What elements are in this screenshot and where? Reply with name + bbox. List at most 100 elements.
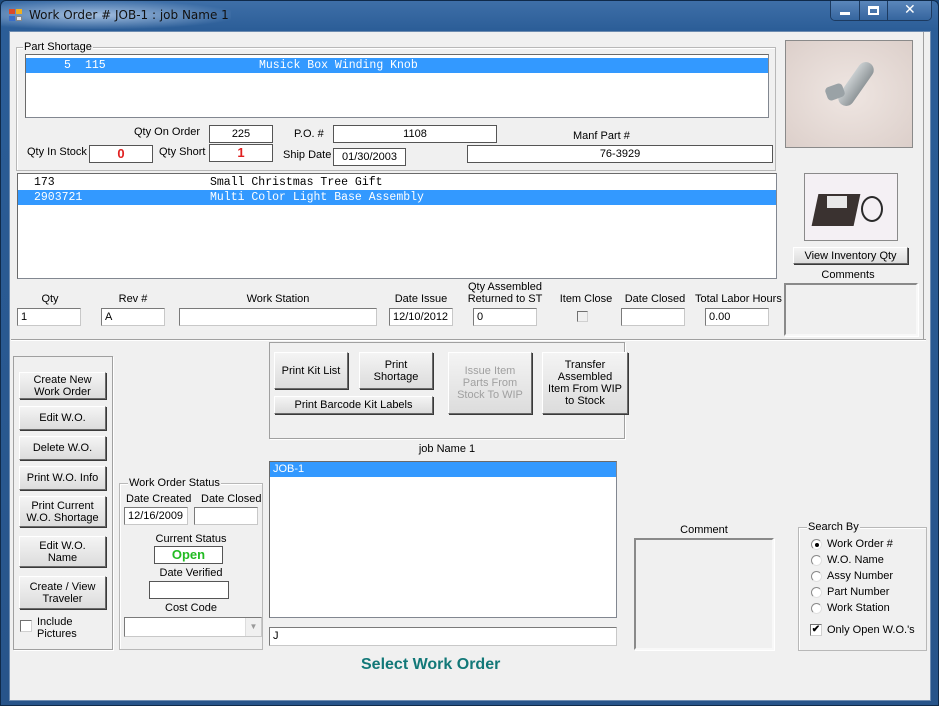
transfer-assembled-item-button[interactable]: Transfer Assembled Item From WIP to Stoc…: [542, 352, 628, 414]
window-title: Work Order # JOB-1 : job Name 1: [29, 8, 229, 22]
part-shortage-label: Part Shortage: [23, 41, 93, 53]
select-work-order-title: Select Work Order: [361, 656, 501, 673]
print-wo-info-button[interactable]: Print W.O. Info: [19, 466, 106, 490]
issue-item-parts-button[interactable]: Issue Item Parts From Stock To WIP: [448, 352, 532, 414]
include-pictures-checkbox[interactable]: [20, 620, 32, 632]
maximize-button[interactable]: [859, 1, 887, 20]
manf-part-field[interactable]: 76-3929: [467, 145, 773, 163]
current-status-value: Open: [154, 546, 223, 564]
po-field[interactable]: 1108: [333, 125, 497, 143]
shortage-part: 115: [85, 59, 106, 72]
search-by-option-label: Assy Number: [827, 570, 894, 582]
create-view-traveler-button[interactable]: Create / View Traveler: [19, 576, 106, 609]
print-kit-list-button[interactable]: Print Kit List: [274, 352, 348, 389]
work-station-field[interactable]: [179, 308, 377, 326]
job-name-label: job Name 1: [418, 443, 476, 455]
date-closed-label: Date Closed: [624, 293, 686, 305]
search-by-assy-number-radio[interactable]: [811, 571, 822, 582]
ship-date-field[interactable]: 01/30/2003: [333, 148, 406, 166]
rev-field[interactable]: A: [101, 308, 165, 326]
assembly-number: 2903721: [34, 191, 83, 204]
list-item[interactable]: 173 Small Christmas Tree Gift: [18, 175, 776, 190]
search-by-option-label: Work Order #: [827, 538, 893, 550]
title-bar[interactable]: Work Order # JOB-1 : job Name 1 ✕: [1, 1, 938, 31]
qty-assembled-field[interactable]: 0: [473, 308, 537, 326]
chevron-down-icon[interactable]: ▼: [245, 618, 261, 636]
cost-code-select[interactable]: ▼: [124, 617, 262, 637]
checkmark-icon: ✔: [811, 624, 821, 635]
labor-hours-field[interactable]: 0.00: [705, 308, 769, 326]
date-issue-label: Date Issue: [394, 293, 448, 305]
edit-wo-button[interactable]: Edit W.O.: [19, 406, 106, 430]
work-order-search-input[interactable]: J: [269, 627, 617, 646]
search-by-option-label: Part Number: [827, 586, 890, 598]
qty-short-field[interactable]: 1: [209, 144, 273, 162]
only-open-wo-label: Only Open W.O.'s: [827, 624, 915, 636]
work-station-label: Work Station: [246, 293, 310, 305]
delete-wo-button[interactable]: Delete W.O.: [19, 436, 106, 460]
date-created-field[interactable]: 12/16/2009: [124, 507, 188, 525]
item-close-label: Item Close: [559, 293, 613, 305]
work-order-window: Work Order # JOB-1 : job Name 1 ✕ Part S…: [0, 0, 939, 706]
work-order-status-label: Work Order Status: [128, 477, 221, 489]
print-barcode-kit-labels-button[interactable]: Print Barcode Kit Labels: [274, 396, 433, 414]
view-inventory-qty-button[interactable]: View Inventory Qty: [793, 247, 908, 264]
comments-box[interactable]: [784, 283, 918, 336]
search-by-option-label: W.O. Name: [827, 554, 884, 566]
assembly-description: Small Christmas Tree Gift: [210, 176, 383, 189]
assembly-description: Multi Color Light Base Assembly: [210, 191, 424, 204]
qty-assembled-label: Qty Assembled Returned to ST: [467, 281, 543, 305]
minimize-icon: [840, 12, 850, 15]
print-current-wo-shortage-button[interactable]: Print Current W.O. Shortage: [19, 496, 106, 527]
search-by-option-label: Work Station: [827, 602, 890, 614]
list-item[interactable]: 5 115 Musick Box Winding Knob: [26, 58, 768, 73]
assembly-list[interactable]: 173 Small Christmas Tree Gift 2903721 Mu…: [17, 173, 777, 279]
cost-code-label: Cost Code: [165, 602, 217, 614]
qty-on-order-label: Qty On Order: [134, 126, 201, 138]
create-new-work-order-button[interactable]: Create New Work Order: [19, 372, 106, 399]
wo-date-closed-field[interactable]: [194, 507, 258, 525]
part-photo: [785, 40, 913, 148]
search-by-work-station-radio[interactable]: [811, 603, 822, 614]
work-order-list[interactable]: JOB-1: [269, 461, 617, 618]
date-verified-field[interactable]: [149, 581, 229, 599]
date-created-label: Date Created: [126, 493, 192, 505]
qty-short-label: Qty Short: [159, 146, 206, 158]
wo-date-closed-label: Date Closed: [201, 493, 262, 505]
only-open-wo-checkbox[interactable]: ✔: [810, 624, 822, 636]
search-by-part-number-radio[interactable]: [811, 587, 822, 598]
close-button[interactable]: ✕: [887, 1, 931, 20]
print-shortage-button[interactable]: Print Shortage: [359, 352, 433, 389]
client-area: Part Shortage 5 115 Musick Box Winding K…: [9, 31, 931, 701]
ship-date-label: Ship Date: [283, 149, 332, 161]
part-shortage-list[interactable]: 5 115 Musick Box Winding Knob: [25, 54, 769, 118]
search-by-label: Search By: [807, 521, 860, 533]
comment-label: Comment: [680, 524, 728, 536]
list-item[interactable]: JOB-1: [270, 462, 616, 477]
assembly-number: 173: [34, 176, 55, 189]
labor-hours-label: Total Labor Hours: [695, 293, 782, 305]
maximize-icon: [868, 6, 879, 15]
qty-in-stock-label: Qty In Stock: [27, 146, 87, 158]
date-closed-field[interactable]: [621, 308, 685, 326]
edit-wo-name-button[interactable]: Edit W.O. Name: [19, 536, 106, 567]
current-status-label: Current Status: [155, 533, 227, 545]
minimize-button[interactable]: [831, 1, 859, 20]
comment-box[interactable]: [634, 538, 774, 650]
assembly-photo: [804, 173, 898, 241]
rev-label: Rev #: [118, 293, 148, 305]
app-icon[interactable]: [9, 9, 23, 22]
date-verified-label: Date Verified: [159, 567, 223, 579]
qty-field[interactable]: 1: [17, 308, 81, 326]
qty-label: Qty: [41, 293, 59, 305]
include-pictures-label: Include Pictures: [37, 616, 77, 640]
search-by-wo-name-radio[interactable]: [811, 555, 822, 566]
comments-label: Comments: [821, 269, 875, 281]
qty-in-stock-field[interactable]: 0: [89, 145, 153, 163]
item-close-checkbox[interactable]: [577, 311, 588, 322]
date-issue-field[interactable]: 12/10/2012: [389, 308, 453, 326]
assembly-section-divider: [11, 339, 926, 341]
list-item[interactable]: 2903721 Multi Color Light Base Assembly: [18, 190, 776, 205]
search-by-work-order-radio[interactable]: [811, 539, 822, 550]
qty-on-order-field[interactable]: 225: [209, 125, 273, 143]
